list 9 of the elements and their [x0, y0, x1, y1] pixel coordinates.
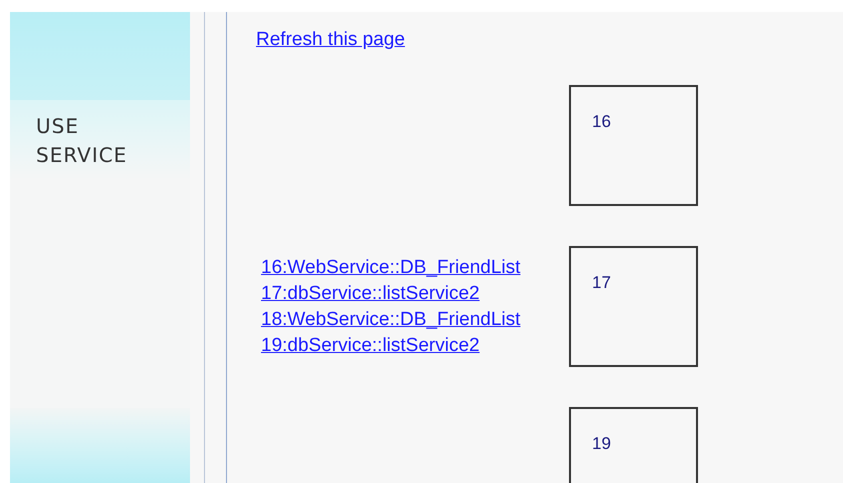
service-link[interactable]: 19:dbService::listService2 [261, 332, 480, 358]
service-link[interactable]: 18:WebService::DB_FriendList [261, 306, 520, 332]
box-number: 17 [592, 273, 611, 292]
box-number: 19 [592, 434, 611, 453]
sidebar-title: USE SERVICE [36, 113, 128, 169]
service-link[interactable]: 17:dbService::listService2 [261, 280, 480, 306]
refresh-link[interactable]: Refresh this page [256, 29, 405, 50]
service-link[interactable]: 16:WebService::DB_FriendList [261, 254, 520, 280]
box-number: 16 [592, 112, 611, 131]
